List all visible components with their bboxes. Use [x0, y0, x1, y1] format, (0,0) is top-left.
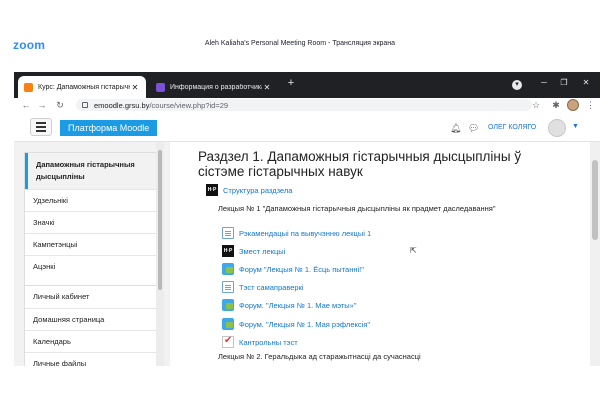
nav-item-calendar[interactable]: Календарь [25, 330, 158, 352]
browser-tab-info[interactable]: Информация о разработчиках ✕ [150, 76, 278, 98]
activity-row[interactable]: H·P Змест лекцыі [222, 244, 285, 258]
url-host: emoodle.grsu.by [94, 100, 150, 110]
nav-item-dashboard[interactable]: Личный кабинет [25, 286, 158, 308]
lecture-1-heading: Лекцыя № 1 "Дапаможныя гістарычныя дысцы… [218, 204, 496, 213]
user-avatar[interactable] [548, 119, 566, 137]
back-icon[interactable]: ← [20, 98, 32, 112]
activity-row[interactable]: Форум "Лекцыя № 1. Ёсць пытанні!" [222, 262, 364, 276]
forum-icon [222, 318, 234, 330]
hp-icon: H·P [206, 184, 218, 196]
chevron-down-icon[interactable]: ▼ [572, 123, 579, 130]
activity-link[interactable]: Кантрольны тэст [239, 338, 298, 347]
section-structure-row[interactable]: H·P Структура раздзела [206, 183, 292, 197]
activity-row[interactable]: Кантрольны тэст [222, 335, 298, 349]
profile-avatar[interactable] [567, 99, 579, 111]
tab-search-icon[interactable]: ▾ [512, 80, 522, 90]
restore-icon[interactable]: ❐ [556, 78, 572, 87]
address-bar[interactable]: emoodle.grsu.by/course/view.php?id=29 [76, 99, 532, 111]
section-title: Раздзел 1. Дапаможныя гістарычныя дысцып… [198, 149, 522, 179]
moodle-navbar: Платформа Moodle 🔔︎ 💬︎ ОЛЕГ КОЛЯГО ▼ [14, 114, 600, 142]
file-icon [222, 227, 234, 239]
zoom-header: zoom Aleh Kaliaha's Personal Meeting Roo… [0, 0, 600, 66]
forward-icon[interactable]: → [36, 98, 48, 112]
tab-label: Информация о разработчиках [170, 83, 262, 91]
moodle-brand-link[interactable]: Платформа Moodle [60, 120, 158, 136]
extensions-icon[interactable]: ✱ [550, 98, 562, 112]
minimize-icon[interactable]: ─ [536, 78, 552, 87]
bookmark-star-icon[interactable]: ☆ [530, 98, 542, 112]
course-content: Раздзел 1. Дапаможныя гістарычныя дысцып… [170, 142, 600, 366]
main-scrollbar-thumb[interactable] [592, 160, 598, 240]
activity-link[interactable]: Змест лекцыі [239, 247, 285, 256]
browser-toolbar: ← → ↻ emoodle.grsu.by/course/view.php?id… [14, 98, 600, 112]
nav-item-competencies[interactable]: Кампетэнцыі [25, 233, 158, 255]
nav-drawer: Дапаможныя гістарычныя дысцыпліны Удзель… [14, 142, 170, 375]
moodle-favicon-icon [24, 82, 33, 92]
activity-row[interactable]: Рэкамендацыі па вывучэнню лекцыі 1 [222, 226, 371, 240]
new-tab-icon[interactable]: + [284, 77, 298, 89]
drawer-scrollbar-thumb[interactable] [158, 150, 162, 290]
structure-link[interactable]: Структура раздзела [223, 186, 292, 195]
browser-menu-icon[interactable]: ⋮ [586, 98, 595, 112]
close-tab-icon[interactable]: ✕ [130, 83, 140, 92]
activity-row[interactable]: Форум. "Лекцыя № 1. Мае мэты»" [222, 298, 357, 312]
lecture-2-heading: Лекцыя № 2. Геральдыка ад старажытнасці … [218, 352, 421, 361]
nav-item-badges[interactable]: Значкі [25, 211, 158, 233]
hp-icon: H·P [222, 245, 234, 257]
lock-icon [82, 102, 88, 108]
user-menu-name[interactable]: ОЛЕГ КОЛЯГО [488, 124, 536, 131]
nav-item-grades[interactable]: Ацэнкі [25, 255, 158, 277]
url-path: /course/view.php?id=29 [149, 100, 229, 110]
notifications-bell-icon[interactable]: 🔔︎ [450, 123, 461, 134]
activity-row[interactable]: Тэст самаправеркі [222, 280, 304, 294]
activity-link[interactable]: Форум. "Лекцыя № 1. Мая рэфлексія" [239, 320, 370, 329]
course-nav-card: Дапаможныя гістарычныя дысцыпліны Удзель… [24, 152, 159, 286]
page-favicon-icon [156, 82, 165, 92]
activity-row[interactable]: Форум. "Лекцыя № 1. Мая рэфлексія" [222, 317, 370, 331]
close-tab-icon[interactable]: ✕ [262, 83, 272, 92]
drawer-toggle-button[interactable] [30, 118, 52, 136]
activity-link[interactable]: Форум. "Лекцыя № 1. Мае мэты»" [239, 301, 357, 310]
messages-icon[interactable]: 💬︎ [468, 123, 479, 134]
forum-icon [222, 263, 234, 275]
activity-link[interactable]: Рэкамендацыі па вывучэнню лекцыі 1 [239, 229, 371, 238]
activity-link[interactable]: Тэст самаправеркі [239, 283, 304, 292]
browser-tab-strip: Курс: Дапаможныя гістарычныя ✕ Информаци… [14, 72, 600, 98]
nav-item-participants[interactable]: Удзельнікі [25, 189, 158, 211]
forum-icon [222, 299, 234, 311]
nav-item-course[interactable]: Дапаможныя гістарычныя дысцыпліны [25, 153, 158, 189]
reload-icon[interactable]: ↻ [54, 98, 66, 112]
zoom-meeting-title: Aleh Kaliaha's Personal Meeting Room - Т… [204, 40, 396, 47]
tab-label: Курс: Дапаможныя гістарычныя [38, 83, 130, 91]
personal-nav-card: Личный кабинет Домашняя страница Календа… [24, 285, 159, 375]
activity-link[interactable]: Форум "Лекцыя № 1. Ёсць пытанні!" [239, 265, 364, 274]
nav-item-home[interactable]: Домашняя страница [25, 308, 158, 330]
file-icon [222, 281, 234, 293]
bottom-area [0, 366, 600, 400]
close-window-icon[interactable]: ✕ [578, 78, 594, 87]
quiz-icon [222, 335, 234, 348]
mouse-cursor-icon: ⇱ [410, 246, 417, 255]
browser-tab-course[interactable]: Курс: Дапаможныя гістарычныя ✕ [18, 76, 146, 98]
